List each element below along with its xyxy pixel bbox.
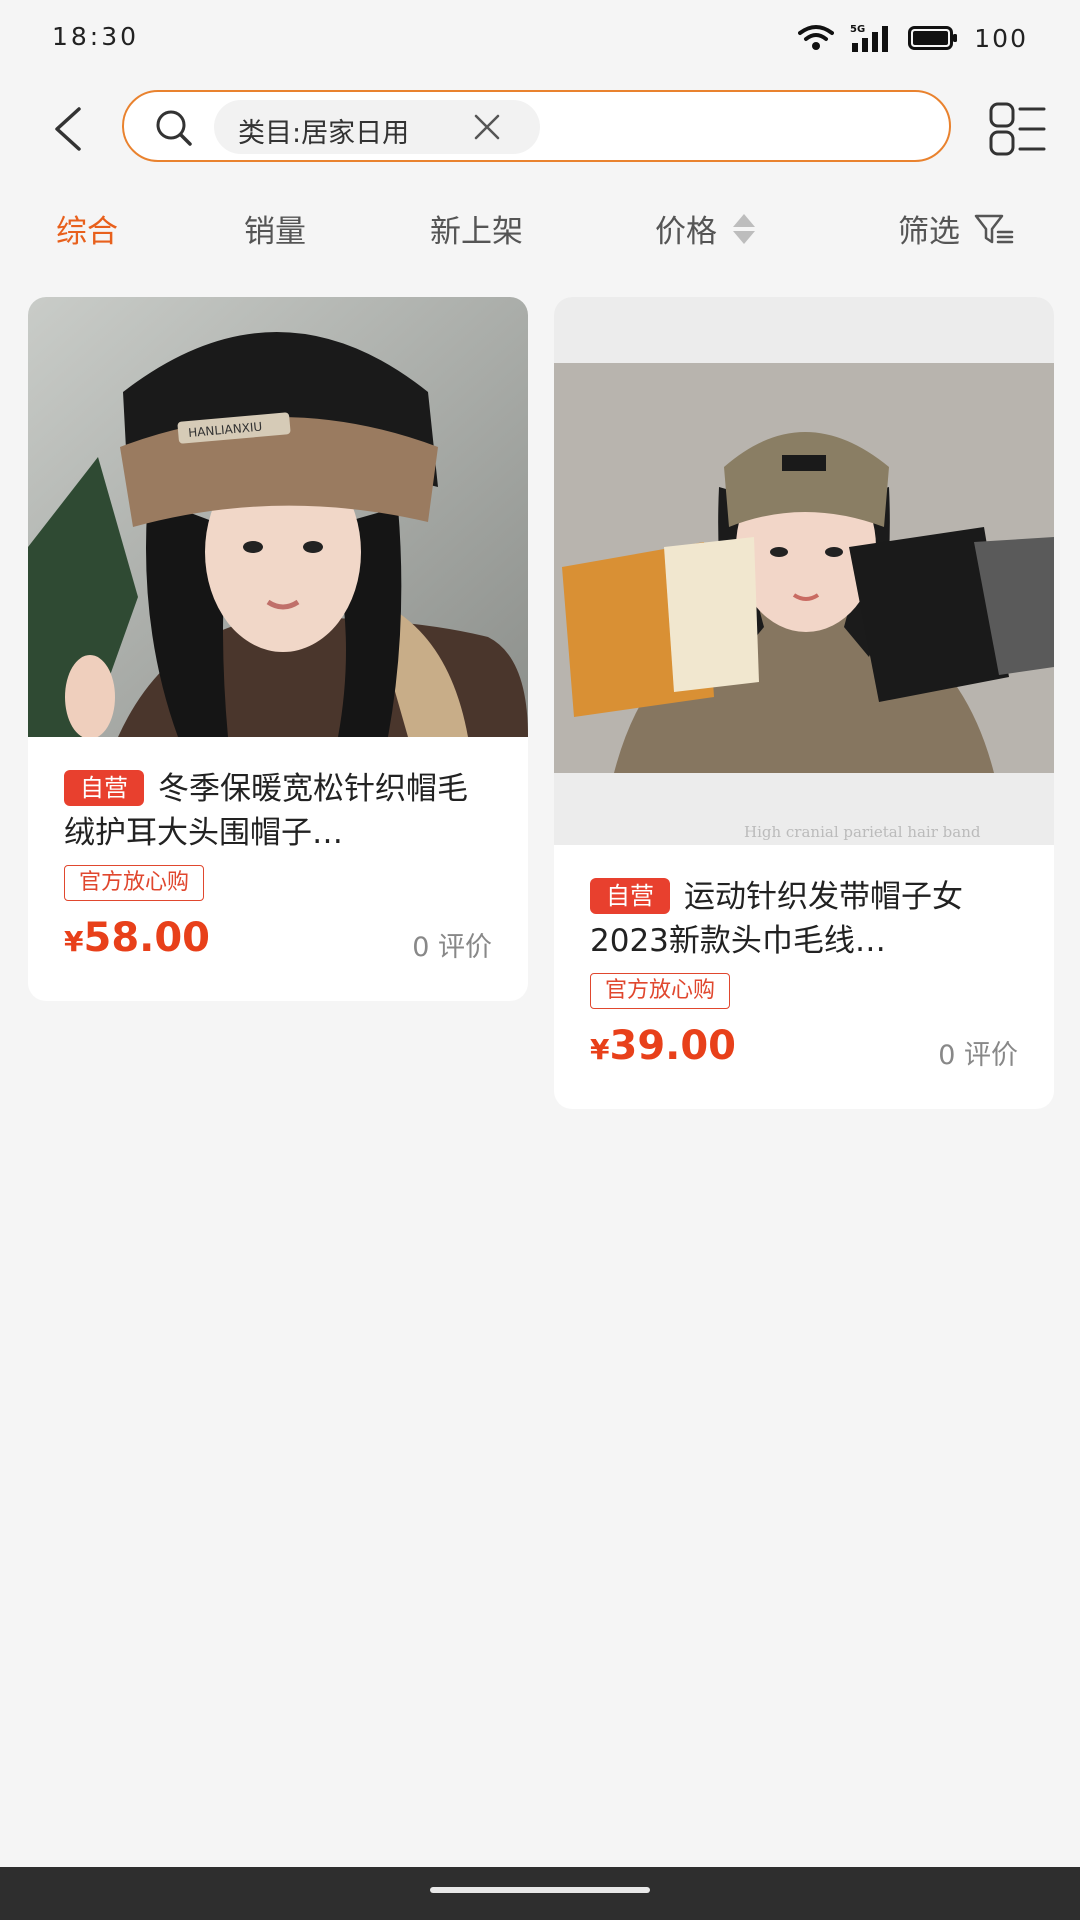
svg-text:5G: 5G — [850, 24, 865, 35]
system-navigation-bar — [0, 1867, 1080, 1920]
list-layout-icon[interactable] — [988, 100, 1046, 158]
product-title[interactable]: 自营 运动针织发带帽子女2023新款头巾毛线… — [590, 875, 1018, 963]
sort-tab-label: 综合 — [56, 214, 118, 250]
sort-tab-new-arrivals[interactable]: 新上架 — [430, 206, 523, 251]
sort-tab-price[interactable]: 价格 — [655, 206, 757, 251]
review-count: 0 评价 — [938, 1040, 1018, 1071]
self-operated-tag: 自营 — [64, 770, 144, 806]
currency-symbol: ¥ — [590, 1033, 610, 1066]
home-indicator[interactable] — [430, 1887, 650, 1893]
cellular-signal-icon: 5G — [850, 24, 889, 52]
category-filter-label: 类目:居家日用 — [238, 118, 410, 149]
review-count: 0 评价 — [412, 932, 492, 963]
sort-tab-sales[interactable]: 销量 — [244, 206, 306, 251]
status-icons: 5G 100 — [798, 20, 1028, 56]
svg-text:High cranial parietal hair ban: High cranial parietal hair band — [744, 823, 981, 841]
currency-symbol: ¥ — [64, 925, 84, 958]
self-operated-tag: 自营 — [590, 878, 670, 914]
search-icon — [156, 110, 192, 146]
product-image[interactable]: High cranial parietal hair band — [554, 297, 1054, 845]
sort-arrows-icon — [733, 213, 755, 244]
product-photo: High cranial parietal hair band — [554, 297, 1054, 845]
category-filter-chip[interactable]: 类目:居家日用 — [214, 100, 540, 154]
search-input[interactable]: 类目:居家日用 — [122, 90, 951, 162]
battery-icon — [908, 26, 958, 50]
price-row: ¥58.00 0 评价 — [64, 915, 492, 965]
status-time: 18:30 — [52, 22, 140, 51]
battery-level: 100 — [974, 23, 1028, 53]
filter-label: 筛选 — [898, 214, 960, 250]
product-image[interactable]: HANLIANXIU — [28, 297, 528, 737]
price-value: 39.00 — [609, 1023, 737, 1069]
wifi-icon — [798, 25, 835, 50]
product-photo: HANLIANXIU — [28, 297, 528, 737]
official-badge: 官方放心购 — [64, 865, 205, 901]
product-price: ¥39.00 — [590, 1023, 736, 1069]
price-row: ¥39.00 0 评价 — [590, 1023, 1018, 1073]
sort-tab-label: 新上架 — [430, 214, 523, 250]
filter-button[interactable]: 筛选 — [898, 206, 1014, 251]
search-header: 类目:居家日用 — [0, 84, 1080, 174]
back-button[interactable] — [40, 96, 96, 162]
status-bar: 18:30 5G 100 — [0, 0, 1080, 76]
product-title[interactable]: 自营 冬季保暖宽松针织帽毛绒护耳大头围帽子… — [64, 767, 492, 855]
sort-tab-comprehensive[interactable]: 综合 — [56, 206, 118, 251]
filter-icon — [974, 214, 1014, 243]
product-price: ¥58.00 — [64, 915, 210, 961]
chevron-left-icon — [55, 107, 81, 151]
sort-tab-label: 销量 — [244, 214, 306, 250]
price-value: 58.00 — [83, 915, 211, 961]
official-badge: 官方放心购 — [590, 973, 731, 1009]
sort-tab-label: 价格 — [655, 214, 717, 250]
product-info: 自营 冬季保暖宽松针织帽毛绒护耳大头围帽子… 官方放心购 ¥58.00 0 评价 — [64, 767, 492, 965]
product-card[interactable]: High cranial parietal hair band 自营 运动针织发带… — [554, 297, 1054, 1109]
product-info: 自营 运动针织发带帽子女2023新款头巾毛线… 官方放心购 ¥39.00 0 评价 — [590, 875, 1018, 1073]
sort-bar: 综合 销量 新上架 价格 筛选 — [0, 196, 1080, 260]
product-card[interactable]: HANLIANXIU 自营 冬季保暖宽松针织帽毛绒护耳大头围帽子… 官方放心购 ¥… — [28, 297, 528, 1001]
close-icon[interactable] — [472, 112, 502, 142]
